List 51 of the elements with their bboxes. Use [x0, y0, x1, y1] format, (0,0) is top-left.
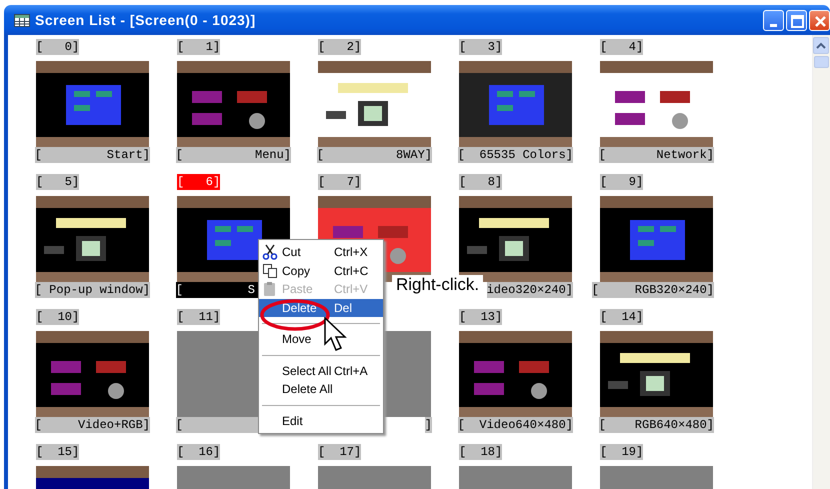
close-button[interactable] — [809, 10, 830, 30]
screen-caption: ideo320×240] — [486, 282, 573, 298]
maximize-button[interactable] — [786, 10, 807, 30]
screen-number: [ 4] — [600, 39, 644, 55]
menu-item[interactable]: Cut Ctrl+X — [259, 243, 383, 262]
screen-number: [ 18] — [459, 444, 502, 460]
screen-number: [ 16] — [177, 444, 220, 460]
screen-caption: [ 65535 Colors] — [458, 147, 573, 163]
highlight-ellipse — [259, 299, 331, 331]
screen-caption: [ RGB640×480] — [598, 417, 714, 433]
screen-caption: [ Video+RGB] — [34, 417, 150, 433]
screen-number: [ 3] — [459, 39, 502, 55]
menu-item[interactable]: Select All Ctrl+A — [259, 362, 383, 380]
minimize-icon — [770, 24, 777, 26]
screen-number: [ 10] — [36, 309, 80, 325]
screen-number: [ 7] — [318, 174, 362, 190]
annotation-text: Right-click. — [392, 275, 484, 295]
screen-number: [ 15] — [36, 444, 80, 460]
screen-number: [ 19] — [600, 444, 644, 460]
screen-caption: [ RGB320×240] — [592, 282, 714, 298]
scroll-up-button[interactable] — [813, 37, 829, 54]
screen-number: [ 6] — [177, 174, 220, 190]
minimize-button[interactable] — [763, 10, 784, 30]
screen-number: [ 2] — [318, 39, 362, 55]
mouse-cursor-icon — [324, 317, 348, 353]
screen-caption: [ 8WAY] — [316, 147, 432, 163]
clipboard-icon — [262, 281, 278, 298]
screen-caption: [ Network] — [598, 147, 714, 163]
scroll-thumb[interactable] — [814, 56, 829, 68]
screen-caption: [ Menu] — [176, 147, 291, 163]
grid-icon — [14, 14, 30, 26]
screen-number: [ 9] — [600, 174, 644, 190]
screen-number: [ 17] — [318, 444, 362, 460]
screen-number: [ 5] — [36, 174, 80, 190]
screen-number: [ 0] — [36, 39, 80, 55]
copy-icon — [262, 262, 278, 279]
screen-number: [ 8] — [459, 174, 502, 190]
scissors-icon — [262, 244, 278, 260]
screen-number: [ 1] — [177, 39, 220, 55]
screen-number: [ 11] — [177, 309, 220, 325]
window-title: Screen List - [Screen(0 - 1023)] — [35, 12, 256, 28]
menu-item[interactable]: Move — [259, 330, 383, 348]
screen-caption: ] — [424, 417, 432, 433]
menu-item[interactable]: Delete All — [259, 380, 383, 398]
screen-number: [ 14] — [600, 309, 644, 325]
screen-caption: [ Start] — [34, 147, 150, 163]
screen-caption: [ Pop-up window] — [34, 282, 150, 298]
scrollbar[interactable] — [812, 35, 830, 489]
screen-number: [ 13] — [459, 309, 502, 325]
screen-caption: [ Video640×480] — [458, 417, 573, 433]
menu-item[interactable]: Copy Ctrl+C — [259, 262, 383, 280]
